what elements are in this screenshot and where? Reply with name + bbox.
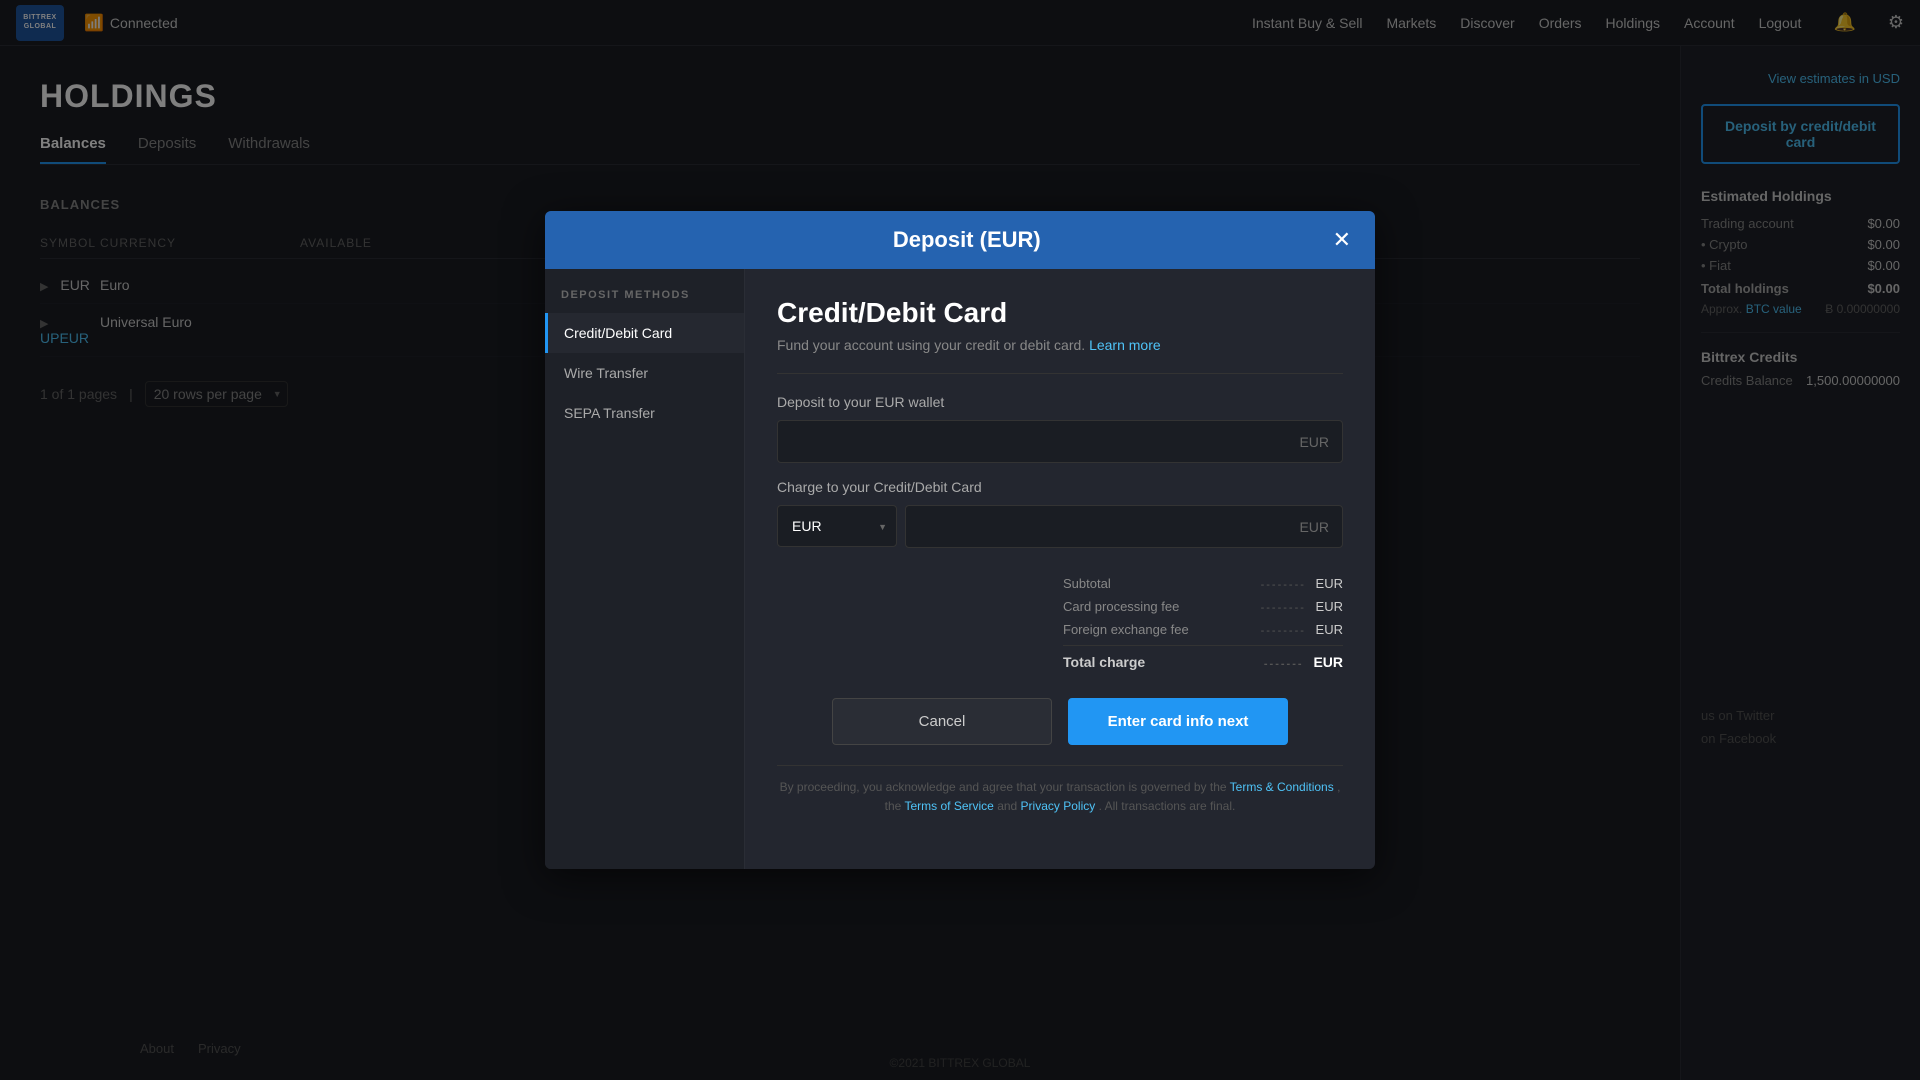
method-wire-transfer[interactable]: Wire Transfer [545,353,744,393]
total-charge-value: ------- EUR [1264,654,1343,670]
charge-row: EUR USD GBP EUR [777,505,1343,548]
subtotal-value: -------- EUR [1261,576,1343,591]
currency-select-wrap: EUR USD GBP [777,505,897,548]
method-credit-debit[interactable]: Credit/Debit Card [545,313,744,353]
exchange-fee-value: -------- EUR [1261,622,1343,637]
total-charge-label: Total charge [1063,654,1145,670]
modal-body: DEPOSIT METHODS Credit/Debit Card Wire T… [545,269,1375,869]
subtotal-row: Subtotal -------- EUR [1063,572,1343,595]
charge-label: Charge to your Credit/Debit Card [777,479,1343,495]
exchange-fee-label: Foreign exchange fee [1063,622,1189,637]
cancel-button[interactable]: Cancel [832,698,1052,745]
legal-text-3: and [997,799,1020,813]
terms-conditions-link[interactable]: Terms & Conditions [1230,780,1334,794]
processing-fee-value: -------- EUR [1261,599,1343,614]
deposit-modal: Deposit (EUR) ✕ DEPOSIT METHODS Credit/D… [545,211,1375,869]
modal-header: Deposit (EUR) ✕ [545,211,1375,269]
charge-input-wrap: EUR [905,505,1343,548]
section-divider [777,373,1343,374]
charge-currency-badge: EUR [1299,519,1329,535]
total-charge-row: Total charge ------- EUR [1063,645,1343,674]
deposit-wallet-label: Deposit to your EUR wallet [777,394,1343,410]
processing-fee-label: Card processing fee [1063,599,1179,614]
legal-divider [777,765,1343,766]
card-subtitle-text: Fund your account using your credit or d… [777,337,1085,353]
enter-card-button[interactable]: Enter card info next [1068,698,1288,745]
modal-content: Credit/Debit Card Fund your account usin… [745,269,1375,869]
charge-amount-input[interactable] [905,505,1343,548]
privacy-policy-link[interactable]: Privacy Policy [1021,799,1096,813]
fee-table: Subtotal -------- EUR Card processing fe… [1063,572,1343,674]
deposit-amount-input[interactable] [777,420,1343,463]
card-title: Credit/Debit Card [777,297,1343,329]
terms-service-link[interactable]: Terms of Service [904,799,993,813]
modal-title: Deposit (EUR) [601,227,1333,253]
exchange-fee-row: Foreign exchange fee -------- EUR [1063,618,1343,641]
subtotal-label: Subtotal [1063,576,1111,591]
deposit-amount-wrapper: EUR [777,420,1343,463]
method-sepa-transfer[interactable]: SEPA Transfer [545,393,744,433]
deposit-methods-sidebar: DEPOSIT METHODS Credit/Debit Card Wire T… [545,269,745,869]
deposit-currency-badge: EUR [1299,434,1329,450]
modal-overlay: Deposit (EUR) ✕ DEPOSIT METHODS Credit/D… [0,0,1920,1080]
processing-fee-row: Card processing fee -------- EUR [1063,595,1343,618]
currency-select[interactable]: EUR USD GBP [777,505,897,547]
deposit-methods-label: DEPOSIT METHODS [545,289,744,313]
modal-close-button[interactable]: ✕ [1333,229,1351,251]
legal-text: By proceeding, you acknowledge and agree… [777,778,1343,816]
legal-text-4: . All transactions are final. [1099,799,1236,813]
card-subtitle: Fund your account using your credit or d… [777,337,1343,353]
learn-more-link[interactable]: Learn more [1089,337,1161,353]
legal-text-1: By proceeding, you acknowledge and agree… [780,780,1230,794]
action-buttons: Cancel Enter card info next [777,698,1343,745]
